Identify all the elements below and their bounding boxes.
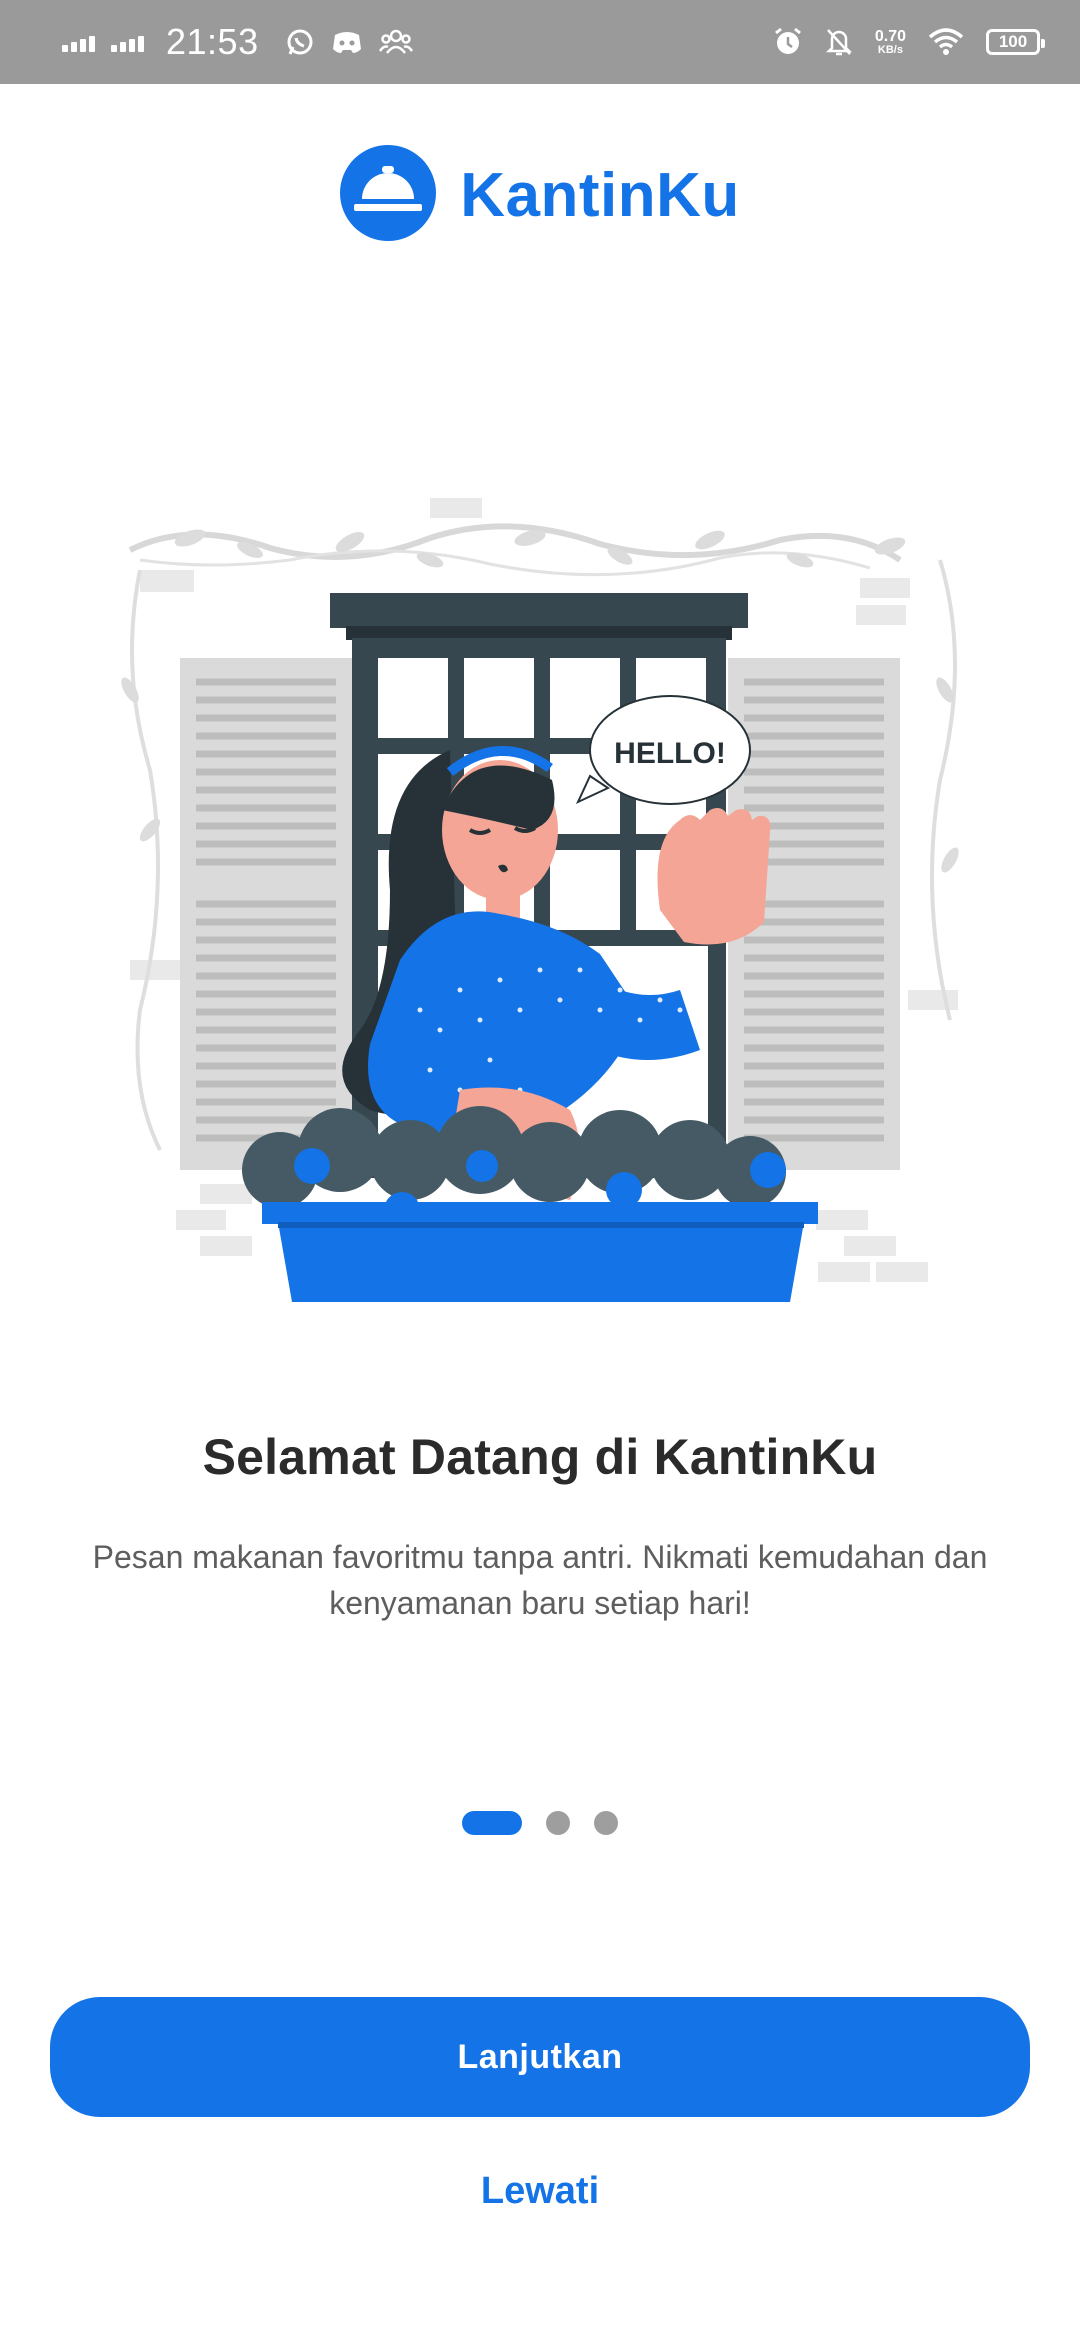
alarm-icon [773, 27, 803, 57]
food-cloche-logo-icon [340, 144, 437, 246]
page-dot-3 [594, 1811, 618, 1835]
speech-bubble-text: HELLO! [614, 737, 726, 770]
discord-icon [331, 29, 363, 55]
brand-header: KantinKu [0, 144, 1080, 246]
page-dot-2 [546, 1811, 570, 1835]
whatsapp-icon [285, 27, 315, 57]
page-indicator [0, 1811, 1080, 1835]
continue-button[interactable]: Lanjutkan [50, 1997, 1030, 2117]
group-icon [378, 29, 413, 55]
signal-icon [62, 32, 95, 52]
status-bar: 21:53 0.70 KB/s 100 [0, 0, 1080, 84]
muted-notification-icon [825, 27, 853, 57]
network-speed: 0.70 KB/s [874, 27, 906, 56]
wifi-icon [928, 28, 964, 56]
onboarding-description: Pesan makanan favoritmu tanpa antri. Nik… [92, 1539, 988, 1621]
status-time: 21:53 [166, 21, 259, 62]
signal-icon [111, 32, 144, 52]
welcome-illustration: HELLO! [100, 490, 980, 1310]
page-dot-1 [462, 1811, 522, 1835]
battery-icon: 100 [986, 29, 1045, 55]
skip-link[interactable]: Lewati [0, 2170, 1080, 2213]
onboarding-title: Selamat Datang di KantinKu [202, 1429, 878, 1485]
brand-name: KantinKu [460, 160, 740, 230]
